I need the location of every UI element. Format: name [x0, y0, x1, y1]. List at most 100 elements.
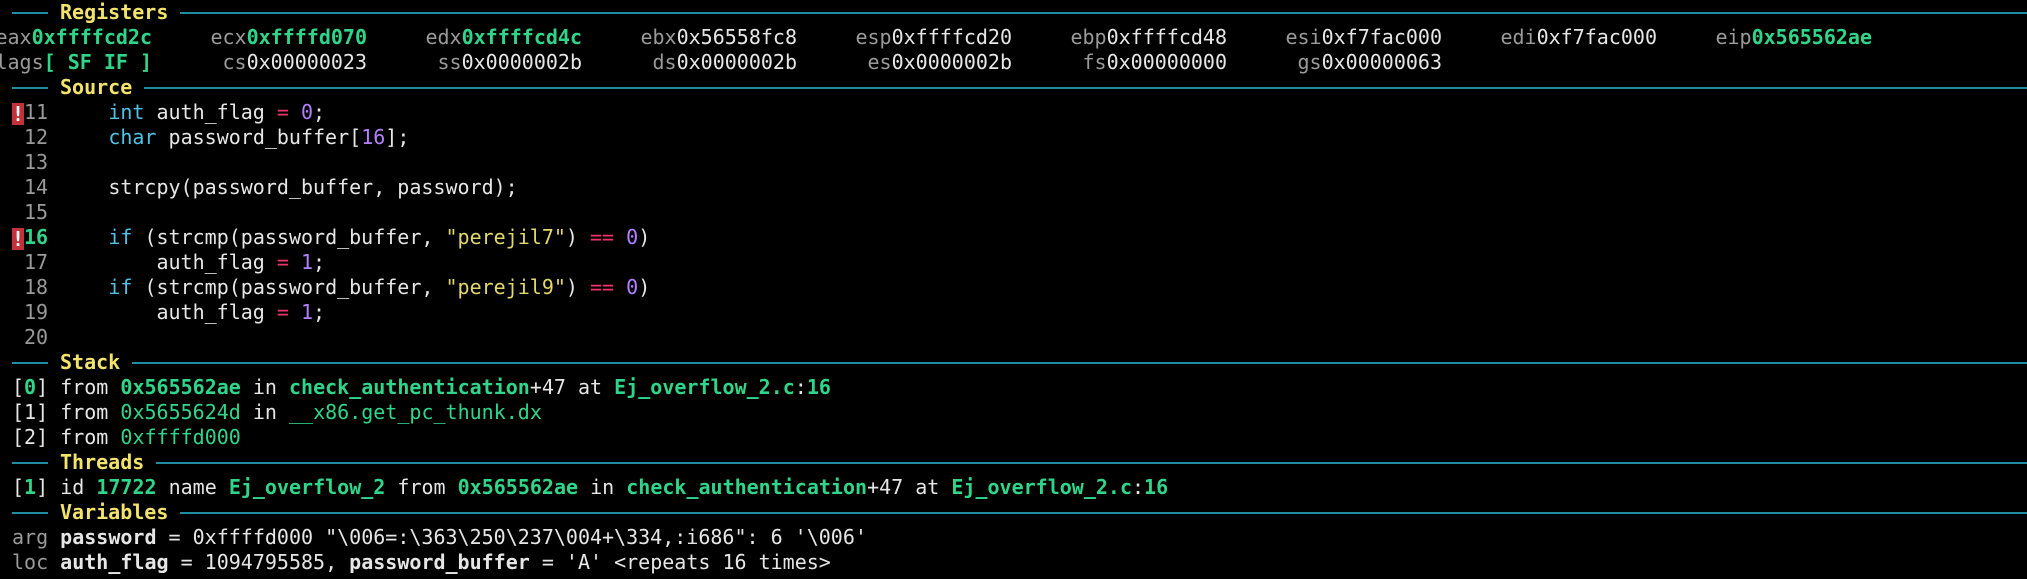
header-rule: [144, 86, 2027, 89]
variables-header: Variables: [12, 500, 2027, 525]
source-line: 19 auth_flag = 1;: [12, 300, 2027, 325]
register-value: 0xffffcd20: [891, 25, 1012, 49]
register-name: ds: [652, 50, 677, 74]
line-number: 12: [24, 125, 49, 149]
stack-frame[interactable]: [2] from 0xffffd000: [12, 425, 2027, 450]
register-name: es: [867, 50, 892, 74]
register-value: 0x00000063: [1321, 50, 1442, 74]
register-value: 0xf7fac000: [1321, 25, 1442, 49]
frame-offset: +47: [529, 375, 566, 399]
line-number: 11: [24, 100, 49, 124]
source-line: 13: [12, 150, 2027, 175]
code-number: 1: [300, 300, 314, 324]
code-text: strcpy(password_buffer, password);: [108, 175, 518, 199]
frame-from: from: [60, 375, 109, 399]
frame-from: from: [60, 425, 109, 449]
register-name: cs: [222, 50, 247, 74]
register-name: ecx: [210, 25, 247, 49]
frame-line: 16: [806, 375, 831, 399]
register-name: gs: [1297, 50, 1322, 74]
register-name: ebp: [1070, 25, 1107, 49]
thread-item[interactable]: [1] id 17722 name Ej_overflow_2 from 0x5…: [12, 475, 2027, 500]
header-rule: [12, 511, 48, 514]
line-number: 18: [24, 275, 49, 299]
frame-address: 0x565562ae: [120, 375, 241, 399]
header-rule: [132, 361, 2027, 364]
breakpoint-marker[interactable]: !: [12, 227, 24, 250]
thread-file: Ej_overflow_2.c: [951, 475, 1132, 499]
register-value: 0x0000002b: [676, 50, 797, 74]
thread-from: from: [397, 475, 446, 499]
register-ebp: ebp 0xffffcd48: [1012, 25, 1227, 50]
code-text: ];: [385, 125, 410, 149]
registers-title: Registers: [60, 0, 169, 24]
register-value: 0xffffcd48: [1106, 25, 1227, 49]
frame-address: 0x5655624d: [120, 400, 241, 424]
register-fs: fs 0x00000000: [1012, 50, 1227, 75]
header-rule: [12, 461, 48, 464]
code-keyword: if: [108, 225, 133, 249]
code-operator: ==: [590, 275, 615, 299]
stack-title: Stack: [60, 350, 121, 374]
registers-header: Registers: [12, 0, 2027, 25]
register-edi: edi 0xf7fac000: [1442, 25, 1657, 50]
register-value: 0x00000023: [246, 50, 367, 74]
stack-frame[interactable]: [0] from 0x565562ae in check_authenticat…: [12, 375, 2027, 400]
register-row: eflags [ SF IF ] cs 0x00000023ss 0x000000…: [0, 50, 2027, 75]
register-name: fs: [1082, 50, 1107, 74]
register-ecx: ecx 0xffffd070: [152, 25, 367, 50]
register-name: esi: [1285, 25, 1322, 49]
register-value: 0x56558fc8: [676, 25, 797, 49]
current-line-number: 16: [24, 225, 49, 249]
register-name: edi: [1500, 25, 1537, 49]
frame-function: check_authentication: [289, 375, 530, 399]
code-string: "perejil9": [445, 275, 566, 299]
register-ss: ss 0x0000002b: [367, 50, 582, 75]
variable-loc: loc auth_flag = 1094795585, password_buf…: [12, 550, 2027, 575]
register-name: edx: [425, 25, 462, 49]
code-keyword: char: [108, 125, 157, 149]
frame-at: at: [578, 375, 603, 399]
variable-kind: loc: [12, 550, 49, 574]
variable-kind: arg: [12, 525, 49, 549]
register-eflags: eflags [ SF IF ]: [0, 50, 152, 75]
thread-in: in: [590, 475, 615, 499]
code-operator: ==: [590, 225, 615, 249]
source-header: Source: [12, 75, 2027, 100]
line-number: 19: [24, 300, 49, 324]
register-value: 0x0000002b: [461, 50, 582, 74]
line-number: 14: [24, 175, 49, 199]
stack-frame[interactable]: [1] from 0x5655624d in __x86.get_pc_thun…: [12, 400, 2027, 425]
register-row: eax 0xffffcd2c ecx 0xffffd070 edx 0xffffcd…: [0, 25, 2027, 50]
register-esi: esi 0xf7fac000: [1227, 25, 1442, 50]
code-number: 0: [626, 225, 639, 249]
register-name: eip: [1715, 25, 1752, 49]
register-esp: esp 0xffffcd20: [797, 25, 1012, 50]
register-ds: ds 0x0000002b: [582, 50, 797, 75]
register-ebx: ebx 0x56558fc8: [582, 25, 797, 50]
stack-header: Stack: [12, 350, 2027, 375]
variable-eq: =: [156, 525, 193, 549]
code-text: (strcmp(password_buffer,: [132, 225, 446, 249]
frame-index: 1: [24, 400, 37, 424]
source-line: 12 char password_buffer[16];: [12, 125, 2027, 150]
code-number: 0: [300, 100, 314, 124]
line-number: 15: [24, 200, 49, 224]
header-rule: [12, 86, 48, 89]
header-rule: [12, 361, 48, 364]
threads-header: Threads: [12, 450, 2027, 475]
code-text: ;: [313, 100, 326, 124]
gdb-dashboard: Registers eax 0xffffcd2c ecx 0xffffd070 ed…: [0, 0, 2027, 579]
register-name: ebx: [640, 25, 677, 49]
register-es: es 0x0000002b: [797, 50, 1012, 75]
code-text: ;: [313, 300, 326, 324]
variable-value: = 1094795585,: [168, 550, 350, 574]
breakpoint-marker[interactable]: !: [12, 102, 24, 125]
threads-title: Threads: [60, 450, 145, 474]
variable-value: = 'A' <repeats 16 times>: [529, 550, 831, 574]
code-number: 16: [361, 125, 386, 149]
register-value: [ SF IF ]: [43, 50, 152, 74]
register-edx: edx 0xffffcd4c: [367, 25, 582, 50]
code-text: auth_flag: [156, 300, 277, 324]
code-keyword: int: [108, 100, 145, 124]
